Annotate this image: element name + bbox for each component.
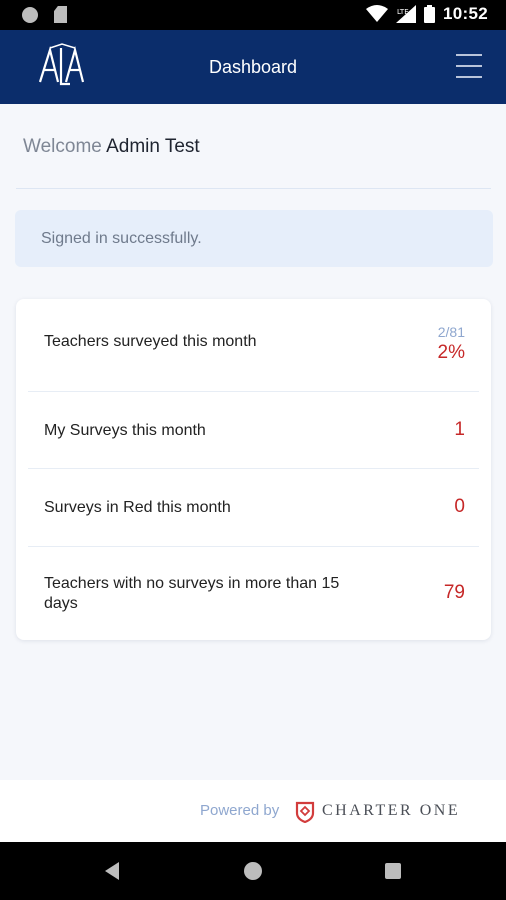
back-icon[interactable] [105,862,119,880]
stat-value: 0 [454,496,465,517]
powered-by-label: Powered by [200,802,280,819]
brand-name: CHARTER ONE [322,802,461,819]
stat-value: 2% [437,342,465,363]
notification-dot-icon [22,6,38,23]
welcome-prefix: Welcome [23,136,102,157]
signal-icon: LTE [396,5,417,23]
stat-label: Teachers with no surveys in more than 15… [44,574,339,614]
stat-label-line2: days [44,595,78,612]
stat-fraction: 2/81 [437,324,465,340]
stat-row-surveys-red[interactable]: Surveys in Red this month 0 [28,469,479,546]
svg-text:LTE: LTE [397,8,409,16]
battery-icon [424,5,436,23]
recent-apps-icon[interactable] [385,863,401,879]
home-icon[interactable] [244,862,262,880]
stat-row-my-surveys[interactable]: My Surveys this month 1 [28,392,479,468]
page-title: Dashboard [208,57,298,77]
main-content: Welcome Admin Test Signed in successfull… [0,104,506,780]
system-nav-bar [0,842,506,900]
footer: Powered by CHARTER ONE [0,780,506,842]
clock: 10:52 [443,4,488,23]
status-bar: LTE 10:52 [0,0,506,30]
wifi-icon [366,5,389,22]
success-alert: Signed in successfully. [15,210,493,267]
stat-label: My Surveys this month [44,422,206,439]
stat-label: Surveys in Red this month [44,499,231,516]
app-bar: Dashboard [0,30,506,104]
alert-message: Signed in successfully. [41,230,202,247]
stat-row-teachers-surveyed[interactable]: Teachers surveyed this month 2/81 2% [28,299,479,391]
stat-value: 79 [443,582,465,603]
sd-card-icon [54,6,67,23]
stats-card: Teachers surveyed this month 2/81 2% My … [16,299,491,640]
stat-value: 1 [454,419,465,440]
hamburger-menu-icon[interactable] [456,54,482,78]
stat-label-line1: Teachers with no surveys in more than 15 [44,575,340,592]
stat-row-no-surveys[interactable]: Teachers with no surveys in more than 15… [28,547,479,640]
welcome-message: Welcome Admin Test [23,136,200,158]
divider [16,188,491,189]
user-name: Admin Test [106,136,200,157]
stat-label: Teachers surveyed this month [44,333,257,350]
charter-one-logo-icon [295,801,315,823]
